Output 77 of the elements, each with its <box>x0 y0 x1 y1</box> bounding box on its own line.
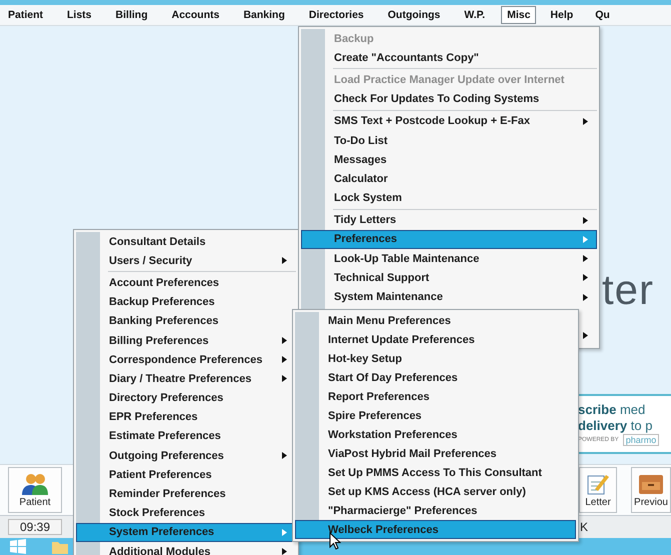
menu-item[interactable]: Backup Preferences <box>76 292 296 312</box>
menu-item[interactable]: Outgoing Preferences <box>76 446 296 466</box>
menu-item[interactable]: Consultant Details <box>76 232 296 252</box>
menu-item[interactable]: Tidy Letters <box>301 210 597 230</box>
submenu-arrow-icon <box>282 337 287 344</box>
menu-item[interactable]: Workstation Preferences <box>295 426 576 444</box>
toolbar-button[interactable]: Previou <box>631 467 671 513</box>
toolbar-button[interactable]: Patient <box>8 467 62 513</box>
menu-item[interactable]: Reminder Preferences <box>76 484 296 504</box>
menu-item[interactable]: Report Preferences <box>295 388 576 407</box>
menu-item[interactable]: "Pharmacierge" Preferences <box>295 501 576 520</box>
menu-bar-item[interactable]: Qu <box>589 6 616 24</box>
submenu-arrow-icon <box>583 274 588 282</box>
menu-bar-item[interactable]: Lists <box>61 6 98 24</box>
menu-item[interactable]: System Maintenance <box>301 287 597 307</box>
menu-item[interactable]: SMS Text + Postcode Lookup + E-Fax <box>301 112 597 131</box>
menu-item[interactable]: Billing Preferences <box>76 330 296 350</box>
menu-item[interactable]: Welbeck Preferences <box>295 520 576 540</box>
banner-text: delivery to p <box>578 418 654 433</box>
menu-item[interactable]: Start Of Day Preferences <box>295 368 576 388</box>
menu-item[interactable]: Diary / Theatre Preferences <box>76 369 296 388</box>
submenu-arrow-icon <box>583 118 588 125</box>
menu-item[interactable]: To-Do List <box>301 130 597 150</box>
brand-logo: pharmo <box>622 434 660 446</box>
notepad-icon <box>586 472 610 494</box>
menu-item[interactable]: Check For Updates To Coding Systems <box>301 90 597 109</box>
submenu-arrow-icon <box>583 216 588 224</box>
menu-item[interactable]: Patient Preferences <box>76 465 296 484</box>
cabinet-icon <box>638 472 664 494</box>
menu-item[interactable]: Directory Preferences <box>76 388 296 408</box>
menu-item[interactable]: Spire Preferences <box>295 406 576 426</box>
menu-item[interactable]: Banking Preferences <box>76 312 296 331</box>
submenu-arrow-icon <box>282 452 287 460</box>
menu-item[interactable]: Users / Security <box>76 251 296 270</box>
people-icon <box>21 472 49 494</box>
menu-item[interactable]: Preferences <box>301 230 597 250</box>
submenu-arrow-icon <box>282 375 287 382</box>
menu-bar-item[interactable]: Patient <box>2 6 50 24</box>
menu-item[interactable]: Technical Support <box>301 268 597 288</box>
menu-item[interactable]: Create "Accountants Copy" <box>301 48 597 68</box>
menu-item[interactable]: ViaPost Hybrid Mail Preferences <box>295 444 576 464</box>
menu-item[interactable]: Internet Update Preferences <box>295 330 576 350</box>
submenu-arrow-icon <box>583 255 588 262</box>
submenu-arrow-icon <box>282 257 287 264</box>
menu-item[interactable]: Account Preferences <box>76 273 296 293</box>
menu-item[interactable]: EPR Preferences <box>76 408 296 427</box>
menu-item[interactable]: Hot-key Setup <box>295 350 576 369</box>
menu-item[interactable]: Look-Up Table Maintenance <box>301 249 597 268</box>
menu-bar-item[interactable]: Banking <box>237 6 291 24</box>
submenu-arrow-icon <box>282 356 287 364</box>
menu-bar-item[interactable]: Accounts <box>166 6 226 24</box>
submenu-arrow-icon <box>282 528 287 536</box>
menu-item[interactable]: Estimate Preferences <box>76 426 296 446</box>
menu-item[interactable]: Set Up PMMS Access To This Consultant <box>295 463 576 482</box>
menu-bar-item[interactable]: Billing <box>110 6 154 24</box>
menu-item[interactable]: Main Menu Preferences <box>295 312 576 331</box>
menu-item[interactable]: Calculator <box>301 169 597 188</box>
menu-item[interactable]: Messages <box>301 150 597 170</box>
clock-text: 09:39 <box>8 519 62 535</box>
menu-item[interactable]: Set up KMS Access (HCA server only) <box>295 482 576 502</box>
menu-item[interactable]: Lock System <box>301 188 597 208</box>
menu-item[interactable]: Stock Preferences <box>76 504 296 523</box>
logo-text: ter <box>602 266 654 314</box>
menu-bar-item[interactable]: Misc <box>501 6 536 24</box>
submenu-arrow-icon <box>583 332 588 339</box>
submenu-arrow-icon <box>583 236 588 243</box>
submenu-arrow-icon <box>583 294 588 301</box>
menu-item[interactable]: Correspondence Preferences <box>76 350 296 370</box>
status-text: K <box>580 520 588 534</box>
banner-text: scribe med <box>578 402 646 417</box>
menu-bar-item[interactable]: Directories <box>302 6 370 24</box>
submenu-arrow-icon <box>282 548 287 555</box>
menu-bar-item[interactable]: Help <box>544 6 580 24</box>
menu-bar-item[interactable]: W.P. <box>458 6 492 24</box>
toolbar-button[interactable]: Letter <box>579 467 617 513</box>
menu-bar-item[interactable]: Outgoings <box>382 6 446 24</box>
windows-logo-icon[interactable] <box>10 539 26 554</box>
